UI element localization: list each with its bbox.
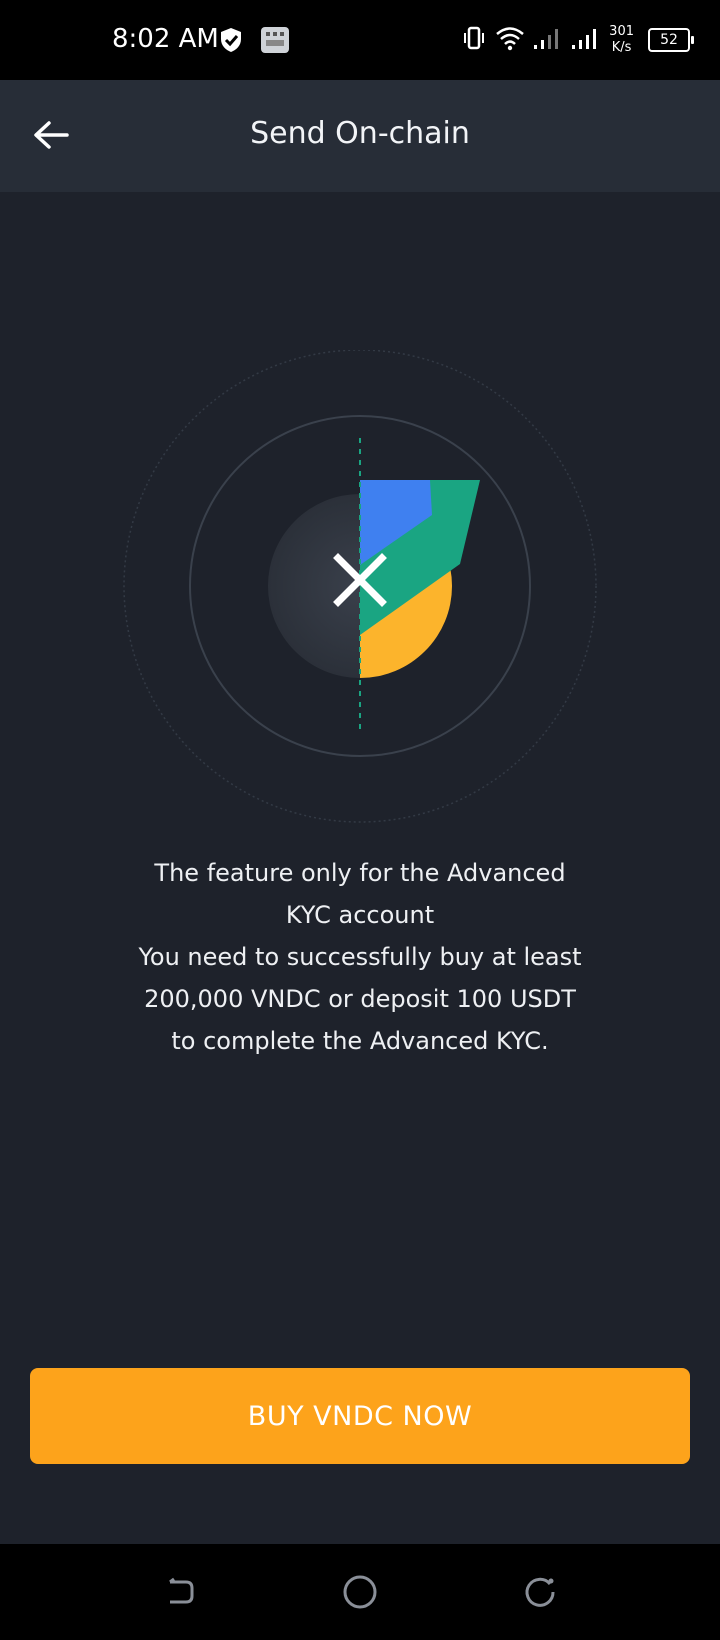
wifi-icon xyxy=(495,25,525,55)
status-time: 8:02 AM xyxy=(112,24,219,54)
network-speed: 301 K/s xyxy=(609,24,634,56)
recents-nav-icon[interactable] xyxy=(520,1572,560,1616)
message-line-1: The feature only for the Advanced xyxy=(154,859,566,887)
system-nav-bar xyxy=(0,1544,720,1640)
message-line-2: KYC account xyxy=(285,901,435,929)
network-speed-value: 301 xyxy=(609,24,634,39)
status-indicators: 301 K/s 52 xyxy=(461,20,694,60)
signal-icon-2 xyxy=(571,25,601,55)
kyc-message: The feature only for the Advanced KYC ac… xyxy=(60,852,660,1062)
vibrate-icon xyxy=(461,25,487,55)
app-header: Send On-chain xyxy=(0,80,720,192)
back-nav-icon[interactable] xyxy=(160,1572,200,1616)
message-line-4: 200,000 VNDC or deposit 100 USDT xyxy=(144,985,576,1013)
buy-vndc-button[interactable]: BUY VNDC NOW xyxy=(30,1368,690,1464)
status-bar: 8:02 AM 301 K/s 52 xyxy=(0,0,720,80)
message-line-3: You need to successfully buy at least xyxy=(138,943,582,971)
kyc-illustration xyxy=(120,349,600,830)
signal-icon-1 xyxy=(533,25,563,55)
battery-icon: 52 xyxy=(648,28,694,52)
app-notification-icon xyxy=(260,26,290,58)
battery-level: 52 xyxy=(660,32,678,48)
shield-icon xyxy=(218,26,244,58)
message-line-5: to complete the Advanced KYC. xyxy=(171,1027,549,1055)
home-nav-icon[interactable] xyxy=(340,1572,380,1616)
page-title: Send On-chain xyxy=(250,116,470,151)
network-speed-unit: K/s xyxy=(611,40,632,55)
